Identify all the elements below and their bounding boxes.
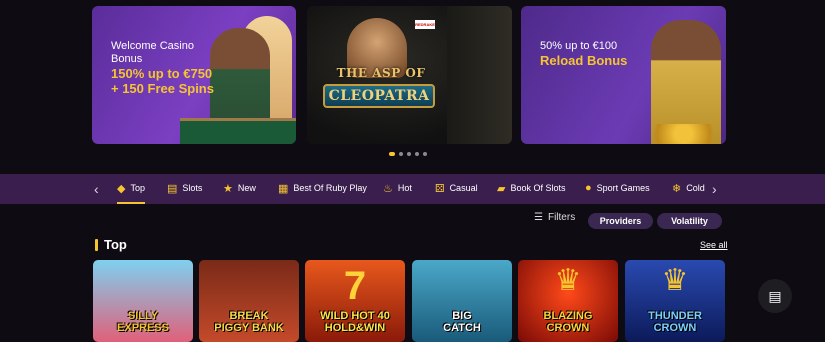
tab-cold[interactable]: ❄ Cold xyxy=(672,174,705,202)
tab-casual[interactable]: ⚄ Casual xyxy=(435,174,478,202)
banner-highlight-1: Reload Bonus xyxy=(540,53,628,68)
section-title-text: Top xyxy=(104,237,127,252)
filter-icon: ☰ xyxy=(534,212,543,223)
tab-label: Top xyxy=(130,183,145,193)
carousel-dot[interactable] xyxy=(389,152,395,156)
game-tile-title: THUNDER CROWN xyxy=(648,310,702,334)
game-tile-wild-hot-40[interactable]: 7 WILD HOT 40 HOLD&WIN xyxy=(305,260,405,342)
game-tile-break-the-piggy-bank[interactable]: BREAK PIGGY BANK xyxy=(199,260,299,342)
seven-symbol-image: 7 xyxy=(343,264,367,308)
ball-icon: ● xyxy=(585,182,592,194)
banner-highlight-1: 150% up to €750 xyxy=(111,66,213,81)
tab-label: Casual xyxy=(449,183,478,193)
tab-label: Cold xyxy=(686,183,705,193)
tab-top[interactable]: ◆ Top xyxy=(117,174,145,204)
banner-line-1: 50% up to €100 xyxy=(540,40,618,52)
crown-icon: ♛ xyxy=(554,264,582,297)
see-all-link[interactable]: See all xyxy=(700,240,728,250)
game-tile-title: BLAZING CROWN xyxy=(543,310,593,334)
tab-label: New xyxy=(237,183,256,193)
temple-background-image xyxy=(447,6,512,144)
tab-label: Slots xyxy=(182,183,203,193)
game-tile-blazing-crown[interactable]: ♛ BLAZING CROWN xyxy=(518,260,618,342)
roulette-table-image xyxy=(180,118,296,144)
welcome-bonus-banner[interactable]: Welcome Casino Bonus 150% up to €750 + 1… xyxy=(92,6,296,144)
tab-label: Book Of Slots xyxy=(510,183,566,193)
game-tile-big-catch[interactable]: BIG CATCH xyxy=(412,260,512,342)
tab-hot[interactable]: ♨ Hot xyxy=(383,174,412,202)
game-tile-title: SILLY EXPRESS xyxy=(117,310,169,334)
game-tile-title: BREAK PIGGY BANK xyxy=(214,310,284,334)
carousel-dot[interactable] xyxy=(423,152,427,156)
banner-highlight-2: + 150 Free Spins xyxy=(111,81,214,96)
promo-carousel: Welcome Casino Bonus 150% up to €750 + 1… xyxy=(0,0,825,150)
calendar-icon: ▦ xyxy=(278,182,289,195)
tab-slots[interactable]: ▤ Slots xyxy=(167,174,202,202)
tab-new[interactable]: ★ New xyxy=(223,174,256,202)
carousel-dot[interactable] xyxy=(415,152,419,156)
slot-machine-icon: ▤ xyxy=(167,182,178,195)
star-icon: ★ xyxy=(223,182,233,195)
tab-sport-games[interactable]: ● Sport Games xyxy=(585,174,650,202)
chat-icon: ▤ xyxy=(768,287,782,304)
section-accent xyxy=(95,238,98,251)
chevron-right-icon[interactable]: › xyxy=(712,181,717,197)
filters-button[interactable]: ☰ Filters xyxy=(534,212,575,223)
tab-label: Hot xyxy=(397,183,412,193)
carousel-dot[interactable] xyxy=(399,152,403,156)
game-tile-silly-express[interactable]: SILLY EXPRESS xyxy=(93,260,193,342)
carousel-dot[interactable] xyxy=(407,152,411,156)
chat-button[interactable]: ▤ xyxy=(758,279,792,313)
reload-bonus-banner[interactable]: 50% up to €100 Reload Bonus xyxy=(521,6,726,144)
tab-label: Sport Games xyxy=(596,183,650,193)
game-subtitle: CLEOPATRA xyxy=(323,84,435,108)
section-title: Top xyxy=(95,237,127,252)
banner-line-1: Welcome Casino xyxy=(111,40,194,52)
snowflake-icon: ❄ xyxy=(672,182,682,195)
tab-label: Best Of Ruby Play xyxy=(293,183,367,193)
tab-book-of-slots[interactable]: ▰ Book Of Slots xyxy=(497,174,566,202)
dice-icon: ⚄ xyxy=(435,182,445,195)
coins-image xyxy=(641,124,726,144)
tab-best-of-ruby-play[interactable]: ▦ Best Of Ruby Play xyxy=(278,174,367,202)
filters-label: Filters xyxy=(547,212,576,223)
crown-icon: ♛ xyxy=(661,264,689,297)
chevron-left-icon[interactable]: ‹ xyxy=(94,181,99,197)
volatility-button[interactable]: Volatility xyxy=(657,213,722,229)
providers-button[interactable]: Providers xyxy=(588,213,653,229)
category-nav: ‹ ◆ Top ▤ Slots ★ New ▦ Best Of Ruby Play ♨ H… xyxy=(0,174,825,204)
game-tile-thunder-crown[interactable]: ♛ THUNDER CROWN xyxy=(625,260,725,342)
game-tile-title: WILD HOT 40 HOLD&WIN xyxy=(320,310,390,334)
carousel-dots xyxy=(389,152,427,156)
game-banner-asp-of-cleopatra[interactable]: REDRAKE THE ASP OF CLEOPATRA xyxy=(307,6,512,144)
book-icon: ▰ xyxy=(497,182,506,195)
game-title: THE ASP OF xyxy=(336,66,426,80)
game-tile-title: BIG CATCH xyxy=(443,310,481,334)
provider-logo: REDRAKE xyxy=(415,20,435,29)
banner-line-2: Bonus xyxy=(111,53,143,65)
diamond-icon: ◆ xyxy=(117,182,126,195)
fire-icon: ♨ xyxy=(383,182,393,195)
